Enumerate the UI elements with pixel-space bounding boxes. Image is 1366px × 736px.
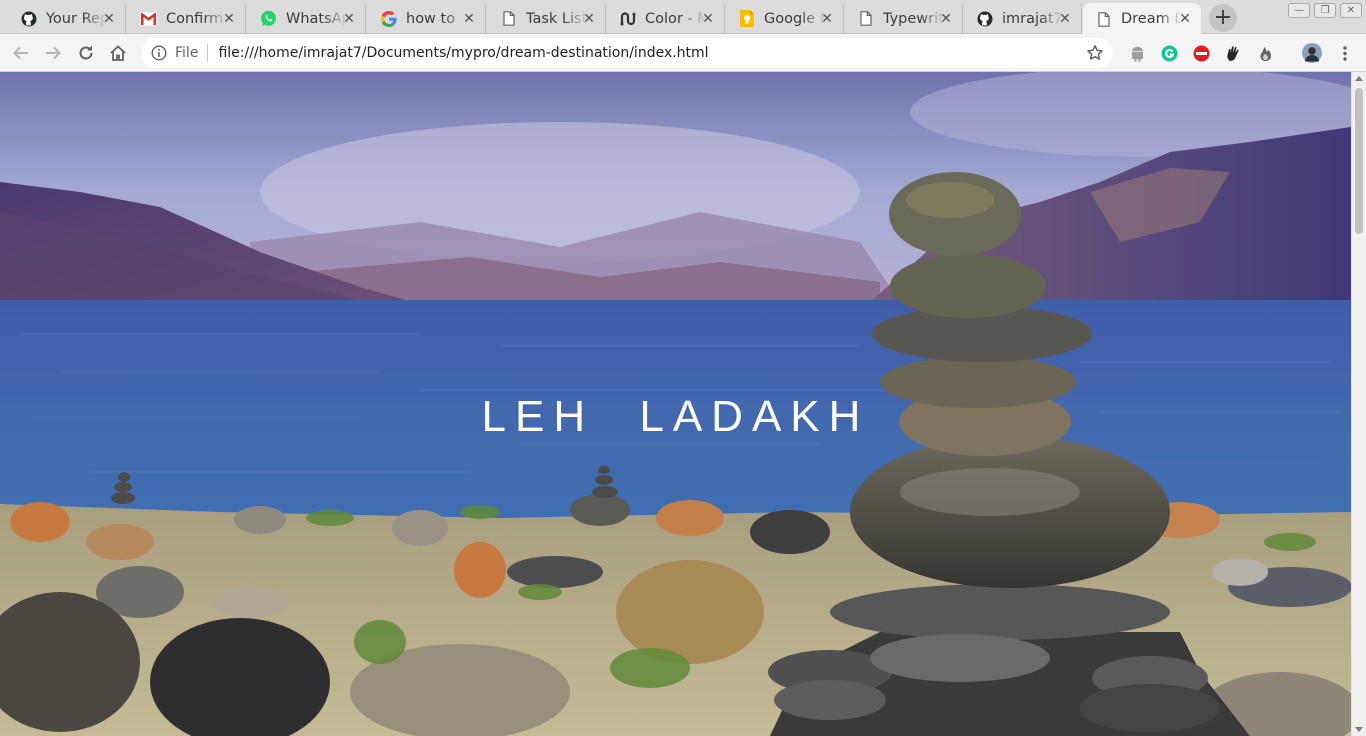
gmail-icon <box>140 10 157 27</box>
flame-extension-icon[interactable] <box>1256 44 1274 62</box>
tab-dream-destination[interactable]: Dream Destination ✕ <box>1083 3 1201 35</box>
restore-button[interactable]: ❐ <box>1314 3 1336 18</box>
tab-strip: Your Repositories ✕ Confirm ✕ WhatsApp ✕… <box>0 0 1366 35</box>
menu-kebab-icon[interactable] <box>1336 44 1354 62</box>
close-icon[interactable]: ✕ <box>1177 11 1193 27</box>
scroll-down-arrow-icon[interactable] <box>1355 727 1363 732</box>
back-button[interactable] <box>7 39 35 67</box>
minimize-button[interactable]: — <box>1288 3 1310 18</box>
home-icon <box>110 45 126 61</box>
tab-task-list[interactable]: Task List ✕ <box>488 3 606 34</box>
avatar[interactable] <box>1302 43 1322 63</box>
url-text[interactable]: file:///home/imrajat7/Documents/mypro/dr… <box>218 45 708 61</box>
hero-section: LEH LADAKH <box>0 72 1351 736</box>
tab-title: Confirm <box>166 10 224 27</box>
color-icon <box>619 10 636 27</box>
info-icon[interactable] <box>151 45 167 61</box>
scheme-label: File <box>175 45 199 61</box>
close-icon[interactable]: ✕ <box>581 11 597 27</box>
window-close-button[interactable]: ✕ <box>1340 3 1362 18</box>
close-icon[interactable]: ✕ <box>341 11 357 27</box>
tab-imrajat7[interactable]: imrajat7 ✕ <box>964 3 1082 34</box>
google-icon <box>380 10 397 27</box>
arrow-left-icon <box>13 46 28 60</box>
tab-your-repositories[interactable]: Your Repositories ✕ <box>8 3 126 34</box>
tab-confirm[interactable]: Confirm ✕ <box>128 3 246 34</box>
reload-button[interactable] <box>72 39 100 67</box>
tab-title: Typewriter <box>883 10 945 27</box>
tab-title: Your Repositories <box>46 10 108 27</box>
keep-icon <box>738 10 755 27</box>
forward-button[interactable] <box>39 39 67 67</box>
new-tab-button[interactable]: + <box>1209 4 1237 32</box>
github-icon <box>976 10 993 27</box>
close-icon[interactable]: ✕ <box>221 11 237 27</box>
whatsapp-icon <box>260 10 277 27</box>
close-icon[interactable]: ✕ <box>101 11 117 27</box>
tab-title: Color - M <box>645 10 707 27</box>
close-icon[interactable]: ✕ <box>1057 11 1073 27</box>
tab-title: Dream Destination <box>1121 11 1183 27</box>
browser-toolbar: File file:///home/imrajat7/Documents/myp… <box>0 34 1366 72</box>
tab-color[interactable]: Color - M ✕ <box>607 3 725 34</box>
scroll-up-arrow-icon[interactable] <box>1355 76 1363 81</box>
hand-extension-icon[interactable] <box>1224 44 1242 62</box>
tab-title: how to <box>406 10 456 27</box>
tab-title: Task List <box>526 10 588 27</box>
hero-title: LEH LADAKH <box>481 392 870 441</box>
close-icon[interactable]: ✕ <box>700 11 716 27</box>
bookmark-star-icon[interactable] <box>1086 44 1104 62</box>
grammarly-extension-icon[interactable] <box>1160 44 1178 62</box>
reload-icon <box>79 45 93 60</box>
android-extension-icon[interactable] <box>1128 44 1146 62</box>
address-bar[interactable]: File file:///home/imrajat7/Documents/myp… <box>141 38 1113 68</box>
arrow-right-icon <box>46 46 61 60</box>
close-icon[interactable]: ✕ <box>938 11 954 27</box>
divider <box>207 44 209 62</box>
scrollbar-thumb[interactable] <box>1355 88 1363 234</box>
tab-google-keep[interactable]: Google K ✕ <box>726 3 844 34</box>
close-icon[interactable]: ✕ <box>461 11 477 27</box>
tab-title: Google K <box>764 10 826 27</box>
github-icon <box>20 10 37 27</box>
page-scrollbar[interactable] <box>1351 72 1366 736</box>
document-icon <box>857 10 874 27</box>
home-button[interactable] <box>104 39 132 67</box>
tab-title: WhatsApp <box>286 10 348 27</box>
yab-extension-icon[interactable] <box>1192 44 1210 62</box>
tab-how-to[interactable]: how to ✕ <box>368 3 486 34</box>
tab-title: imrajat7 <box>1002 10 1063 27</box>
tab-typewriter[interactable]: Typewriter ✕ <box>845 3 963 34</box>
tab-whatsapp[interactable]: WhatsApp ✕ <box>248 3 366 34</box>
close-icon[interactable]: ✕ <box>819 11 835 27</box>
document-icon <box>500 10 517 27</box>
document-icon <box>1095 11 1112 28</box>
page-viewport: LEH LADAKH <box>0 72 1351 736</box>
